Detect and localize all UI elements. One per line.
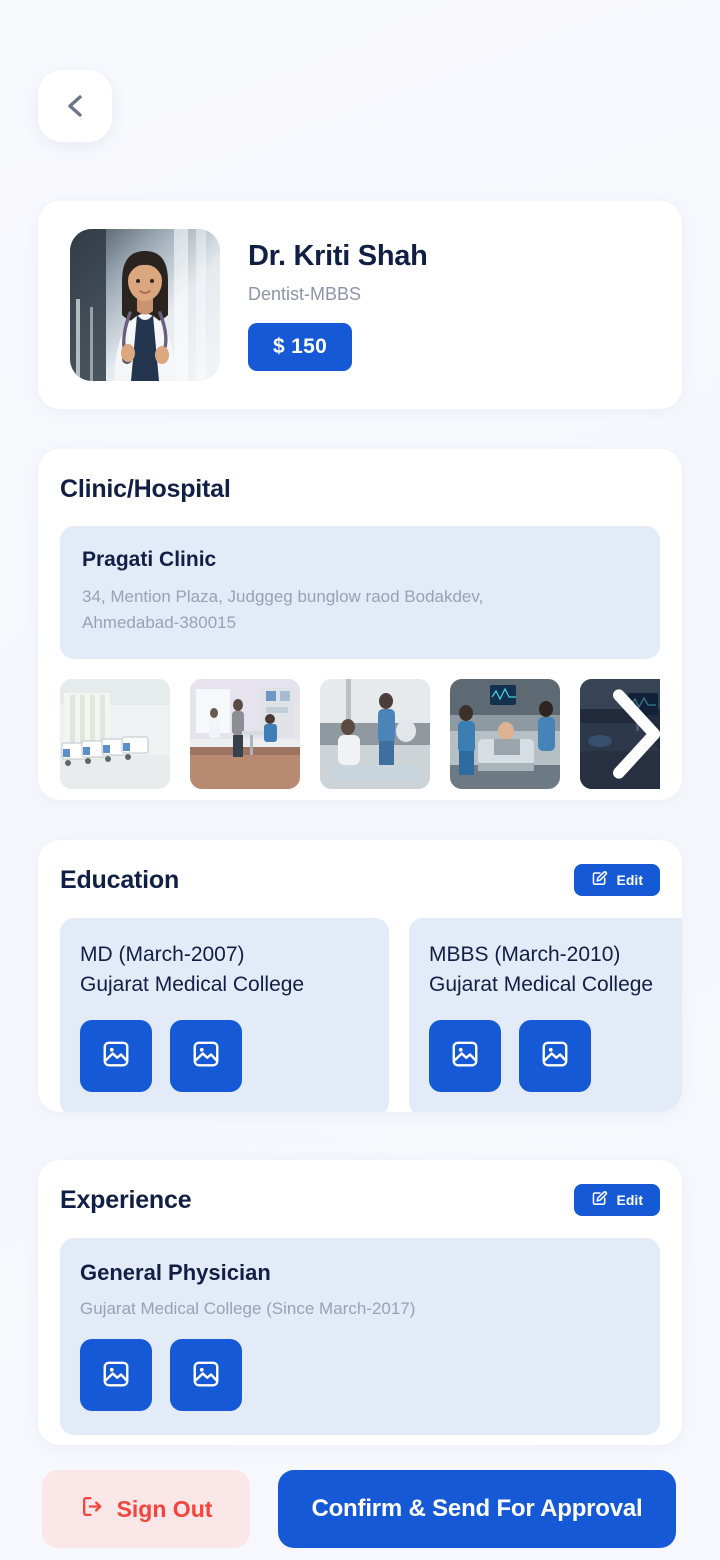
consultation-price-button[interactable]: $ 150	[248, 322, 353, 371]
clinic-details-panel: Pragati Clinic 34, Mention Plaza, Judgge…	[60, 526, 660, 659]
chevron-left-icon	[62, 92, 88, 120]
edit-pencil-icon	[591, 1190, 608, 1210]
image-icon	[101, 1359, 131, 1392]
clinic-section-title: Clinic/Hospital	[60, 475, 231, 503]
doctor-specialty: Dentist-MBBS	[248, 283, 362, 304]
gallery-thumbnail-more[interactable]	[580, 679, 660, 789]
doctor-name: Dr. Kriti Shah	[248, 239, 428, 272]
experience-detail: Gujarat Medical College (Since March-201…	[80, 1299, 416, 1318]
image-icon	[450, 1039, 480, 1072]
education-attachment-button[interactable]	[80, 1019, 152, 1092]
education-item: MD (March-2007) Gujarat Medical College	[60, 918, 389, 1112]
experience-header: Experience Edit	[38, 1184, 682, 1216]
experience-role: General Physician	[80, 1260, 271, 1285]
logout-icon	[80, 1494, 105, 1525]
education-degree: MD (March-2007)	[80, 943, 245, 966]
clinic-gallery[interactable]	[60, 679, 660, 789]
edit-education-button[interactable]: Edit	[573, 864, 660, 896]
education-attachments	[80, 1019, 367, 1092]
edit-experience-button[interactable]: Edit	[573, 1184, 660, 1216]
sign-out-button[interactable]: Sign Out	[42, 1470, 250, 1548]
education-attachments	[429, 1019, 682, 1092]
bottom-action-bar: Sign Out Confirm & Send For Approval	[0, 1456, 720, 1560]
image-icon	[540, 1039, 570, 1072]
education-item: MBBS (March-2010) Gujarat Medical Colleg…	[409, 918, 682, 1112]
edit-education-label: Edit	[616, 872, 643, 888]
back-button[interactable]	[38, 70, 112, 142]
chevron-right-icon[interactable]	[580, 679, 660, 789]
gallery-thumbnail[interactable]	[450, 679, 560, 789]
profile-info: Dr. Kriti Shah Dentist-MBBS $ 150	[248, 240, 428, 371]
experience-section-title: Experience	[60, 1185, 192, 1214]
experience-attachments	[80, 1339, 638, 1411]
image-icon	[191, 1359, 221, 1392]
doctor-profile-card: Dr. Kriti Shah Dentist-MBBS $ 150	[38, 201, 682, 409]
gallery-thumbnail[interactable]	[190, 679, 300, 789]
education-degree: MBBS (March-2010)	[429, 943, 621, 966]
doctor-profile-screen: Dr. Kriti Shah Dentist-MBBS $ 150 Clinic…	[0, 0, 720, 1560]
education-card: Education Edit MD (March-2007) Gujarat M…	[38, 840, 682, 1112]
gallery-thumbnail[interactable]	[320, 679, 430, 789]
education-header: Education Edit	[38, 864, 682, 896]
sign-out-label: Sign Out	[116, 1495, 213, 1522]
experience-attachment-button[interactable]	[170, 1339, 242, 1411]
education-list[interactable]: MD (March-2007) Gujarat Medical College	[38, 918, 682, 1112]
avatar	[70, 229, 220, 381]
edit-experience-label: Edit	[616, 1192, 643, 1208]
image-icon	[191, 1039, 221, 1072]
education-attachment-button[interactable]	[429, 1019, 501, 1092]
confirm-send-approval-button[interactable]: Confirm & Send For Approval	[278, 1470, 676, 1548]
edit-pencil-icon	[591, 870, 608, 890]
image-icon	[101, 1039, 131, 1072]
experience-attachment-button[interactable]	[80, 1339, 152, 1411]
gallery-thumbnail[interactable]	[60, 679, 170, 789]
clinic-name: Pragati Clinic	[82, 548, 217, 571]
clinic-address: 34, Mention Plaza, Judggeg bunglow raod …	[82, 587, 484, 632]
education-college: Gujarat Medical College	[80, 972, 305, 996]
education-college: Gujarat Medical College	[429, 972, 654, 996]
experience-item: General Physician Gujarat Medical Colleg…	[60, 1238, 660, 1435]
experience-card: Experience Edit General Physician Gujara…	[38, 1160, 682, 1445]
education-attachment-button[interactable]	[519, 1019, 591, 1092]
education-attachment-button[interactable]	[170, 1019, 242, 1092]
education-section-title: Education	[60, 865, 180, 894]
clinic-hospital-card: Clinic/Hospital Pragati Clinic 34, Menti…	[38, 449, 682, 800]
